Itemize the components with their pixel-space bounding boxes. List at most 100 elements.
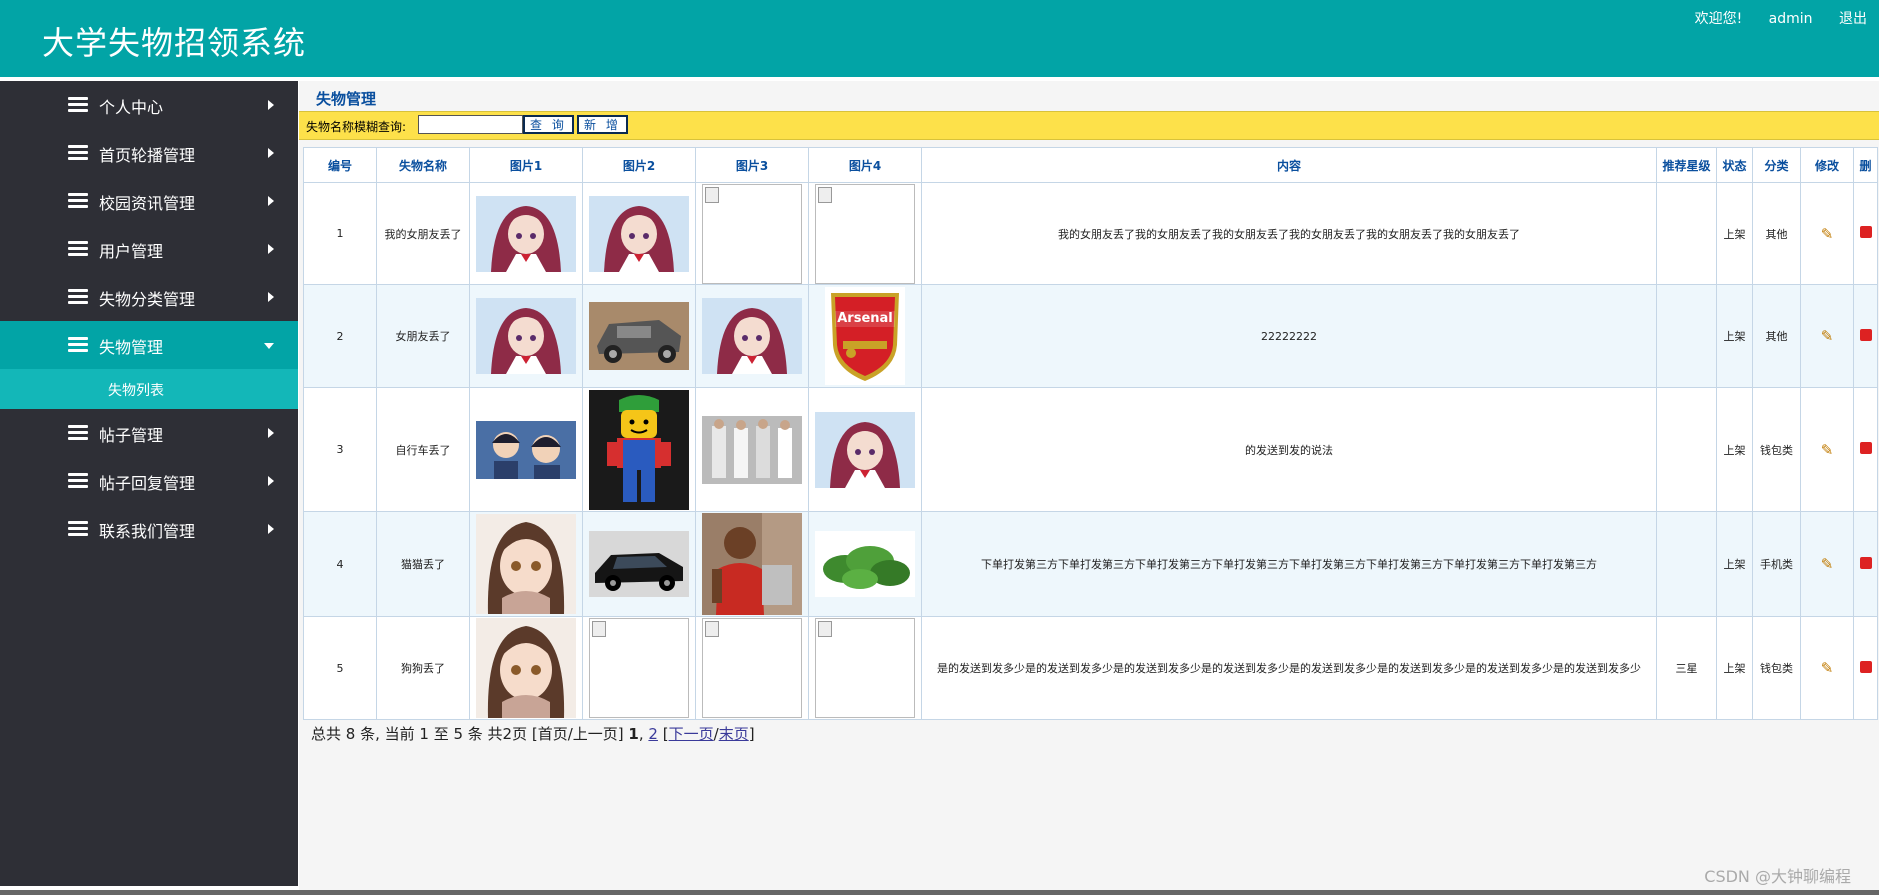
fashion-models-image[interactable] [702,415,802,484]
sidebar-item-news[interactable]: 校园资讯管理 [0,177,298,225]
stack-icon [68,145,88,161]
pager-page-2-link[interactable]: 2 [648,725,658,743]
cell-status: 上架 [1716,182,1753,285]
delete-icon[interactable] [1859,556,1872,569]
cell-content: 下单打发第三方下单打发第三方下单打发第三方下单打发第三方下单打发第三方下单打发第… [921,511,1657,617]
pagination: 总共 8 条, 当前 1 至 5 条 共2页 [首页/上一页] 1, 2 [下一… [311,723,755,744]
pencil-icon[interactable]: ✎ [1821,659,1834,677]
green-spinach-image[interactable] [815,531,915,597]
chevron-right-icon [268,524,274,534]
pencil-icon[interactable]: ✎ [1821,327,1834,345]
sidebar-item-posts[interactable]: 帖子管理 [0,409,298,457]
query-button[interactable]: 查 询 [523,115,574,134]
arsenal-logo-image[interactable]: Arsenal [825,287,905,385]
pager-next-link[interactable]: 下一页 [669,725,714,743]
sidebar-item-carousel[interactable]: 首页轮播管理 [0,129,298,177]
cell-category: 钱包类 [1752,387,1801,512]
sidebar-item-users[interactable]: 用户管理 [0,225,298,273]
welcome-text: 欢迎您! [1694,11,1743,27]
stack-icon [68,473,88,489]
logout-link[interactable]: 退出 [1839,11,1867,27]
chevron-right-icon [268,148,274,158]
current-user-link[interactable]: admin [1769,11,1813,27]
column-header: 修改 [1800,147,1854,183]
search-input[interactable] [418,115,523,134]
cell-img1 [469,616,583,720]
anime-girl-brown-hair-image[interactable] [476,618,576,718]
anime-girl-brown-hair-image[interactable] [476,514,576,614]
sidebar-item-category[interactable]: 失物分类管理 [0,273,298,321]
sidebar-subitem-lost-list[interactable]: 失物列表 [0,369,298,409]
svg-text:Arsenal: Arsenal [837,311,893,326]
cell-img2 [582,511,696,617]
table-header-row: 编号 失物名称 图片1 图片2 图片3 图片4 内容 推荐星级 状态 分类 修改… [303,147,1878,183]
add-button[interactable]: 新 增 [577,115,628,134]
cell-img4: Arsenal [808,284,922,388]
pencil-icon[interactable]: ✎ [1821,555,1834,573]
sidebar-item-lost-items[interactable]: 失物管理 [0,321,298,369]
chevron-down-icon [264,343,274,349]
anime-girl-red-hair-image[interactable] [702,298,802,374]
cell-img1 [469,284,583,388]
cell-img1 [469,511,583,617]
stack-icon [68,425,88,441]
cell-name: 猫猫丢了 [376,511,470,617]
broken-image-icon [815,183,915,284]
column-header: 图片2 [582,147,696,183]
sidebar-item-label: 用户管理 [99,242,164,261]
column-header: 图片3 [695,147,809,183]
anime-girl-red-hair-image[interactable] [476,195,576,272]
pencil-icon[interactable]: ✎ [1821,225,1834,243]
cell-img3 [695,616,809,720]
man-red-shirt-image[interactable] [702,513,802,615]
table-row: 5 狗狗丢了 是的发送到发多少是的发送到发多少是的发送到发多少是的发送到发多少是… [303,616,1878,720]
sidebar-item-label: 个人中心 [99,98,164,117]
cell-id: 3 [303,387,377,512]
delete-icon[interactable] [1859,660,1872,673]
cell-delete [1853,616,1878,720]
cell-img3 [695,387,809,512]
cell-delete [1853,387,1878,512]
lego-car-image[interactable] [589,302,689,370]
pencil-icon[interactable]: ✎ [1821,441,1834,459]
sidebar-item-replies[interactable]: 帖子回复管理 [0,457,298,505]
stack-icon [68,337,88,353]
chevron-right-icon [268,196,274,206]
table-row: 3 自行车丢了 的发送到发的说法 上架 钱包类 ✎ [303,387,1878,512]
delete-icon[interactable] [1859,226,1872,238]
sidebar-item-contact[interactable]: 联系我们管理 [0,505,298,553]
cell-name: 自行车丢了 [376,387,470,512]
sidebar-item-personal-center[interactable]: 个人中心 [0,81,298,129]
column-header: 编号 [303,147,377,183]
anime-two-boys-image[interactable] [476,420,576,479]
pager-bracket-close: ] [748,725,755,743]
delete-icon[interactable] [1859,442,1872,454]
lego-figure-image[interactable] [589,389,689,510]
broken-image-icon [815,618,915,718]
anime-girl-red-hair-image[interactable] [476,298,576,374]
lost-items-table: 编号 失物名称 图片1 图片2 图片3 图片4 内容 推荐星级 状态 分类 修改… [303,147,1878,720]
cell-img2 [582,182,696,285]
search-bar: 失物名称模糊查询: 查 询 新 增 [299,111,1879,140]
page-title: 失物管理 [316,90,377,108]
column-header: 内容 [921,147,1657,183]
sidebar-item-label: 联系我们管理 [99,522,196,541]
sidebar-item-label: 首页轮播管理 [99,146,196,165]
sidebar-item-label: 帖子管理 [99,426,164,445]
table-row: 4 猫猫丢了 下单打发第三方下单打发第三方下单打发第三方下单打发第三方下单打发第… [303,511,1878,617]
delete-icon[interactable] [1859,328,1872,341]
app-title: 大学失物招领系统 [42,24,307,62]
anime-girl-red-hair-image[interactable] [815,411,915,488]
cell-img3 [695,511,809,617]
anime-girl-red-hair-image[interactable] [589,195,689,272]
column-header: 图片1 [469,147,583,183]
broken-image-icon [589,618,689,718]
sidebar-subitem-label: 失物列表 [108,383,164,399]
cell-img1 [469,182,583,285]
cell-img2 [582,387,696,512]
column-header: 删 [1853,147,1878,183]
pager-summary: 总共 8 条, 当前 1 至 5 条 共2页 [311,725,528,743]
black-car-image[interactable] [589,531,689,597]
pager-last-link[interactable]: 末页 [719,725,749,743]
cell-star: 三星 [1656,616,1717,720]
